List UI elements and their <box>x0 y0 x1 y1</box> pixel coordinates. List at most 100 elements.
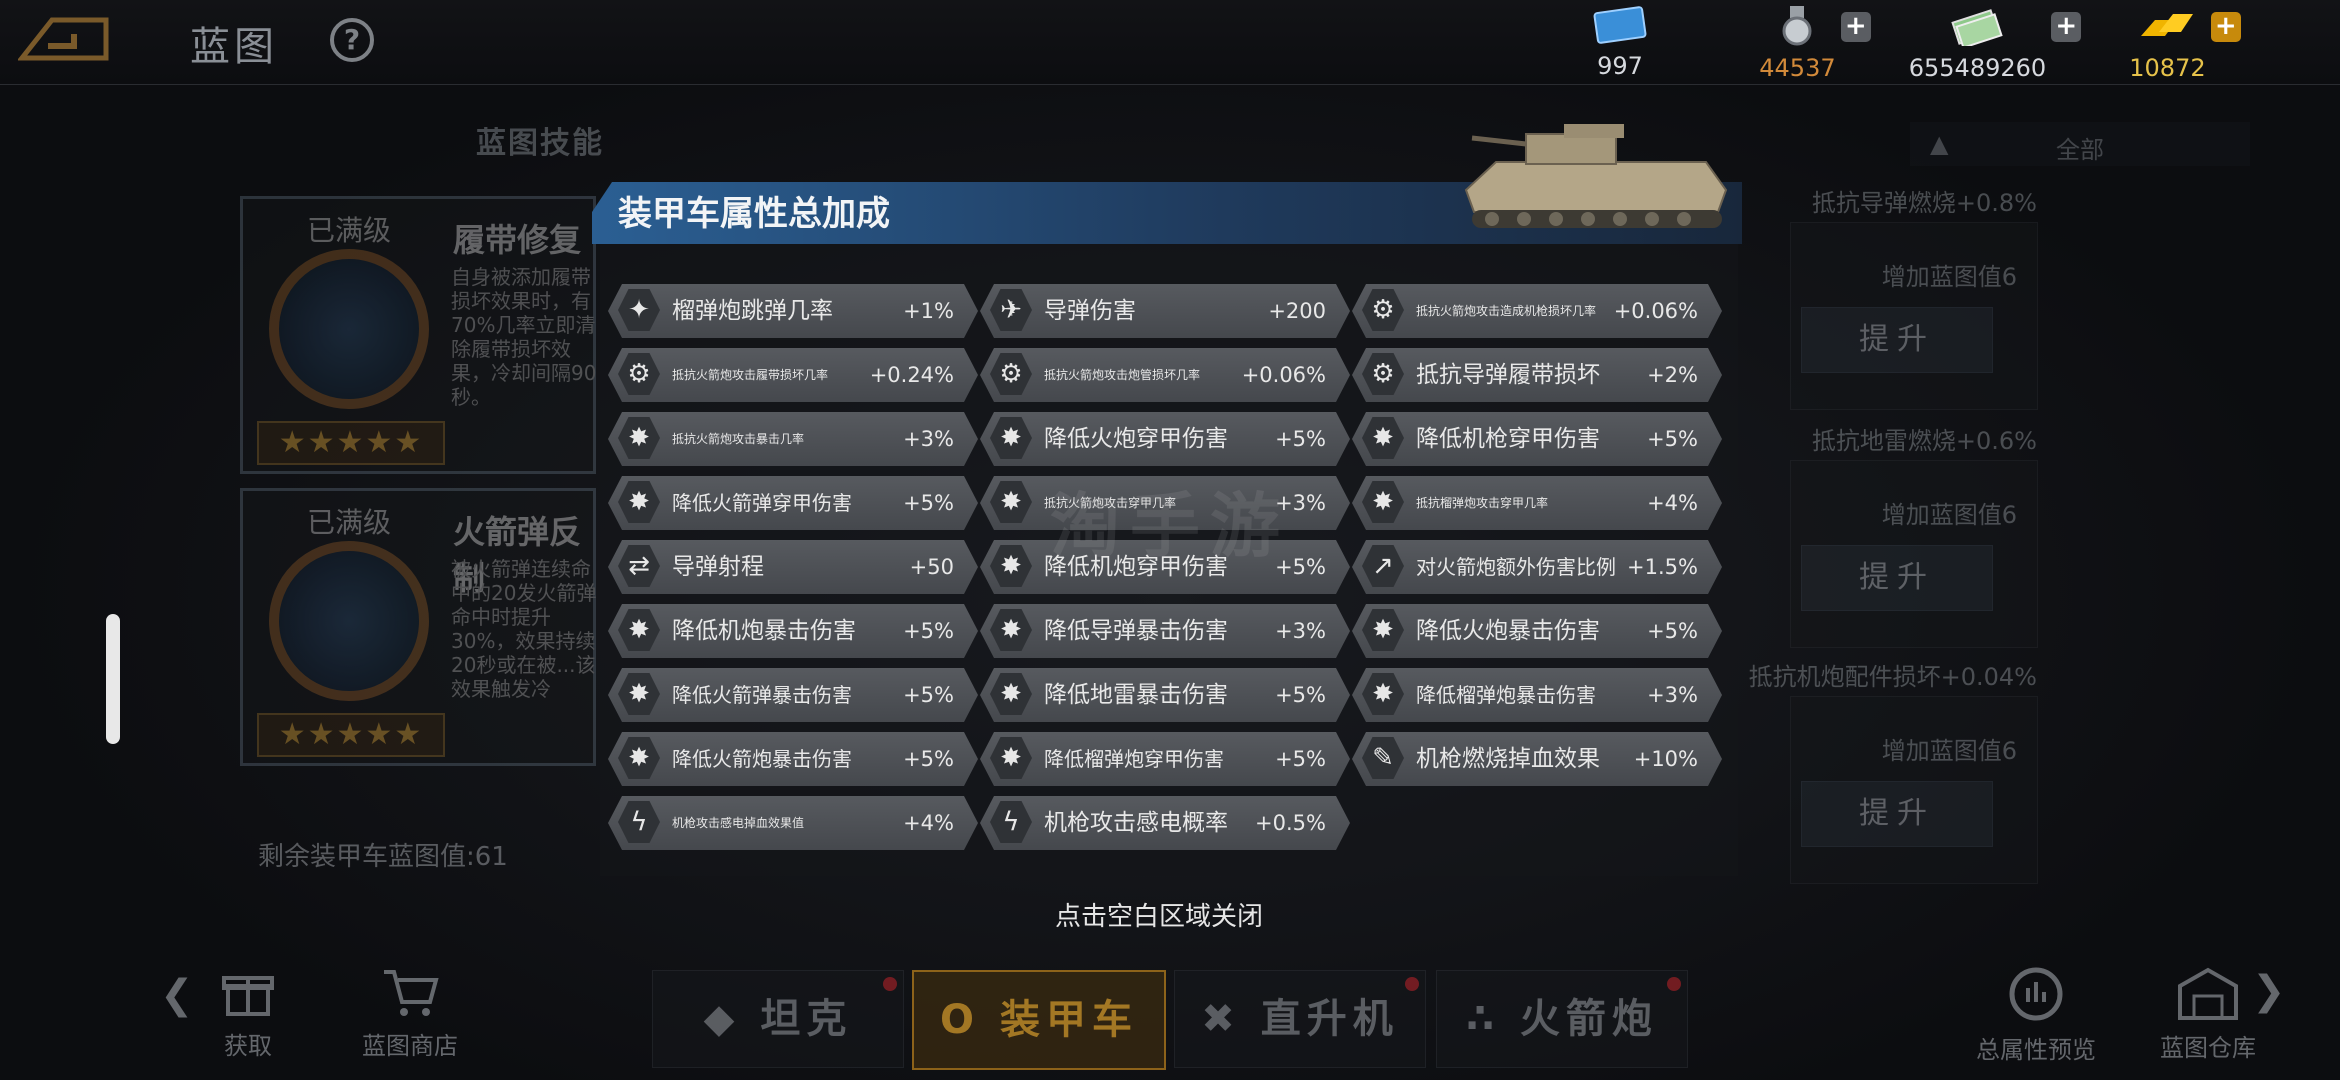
watermark: 淘手游 <box>1050 485 1290 567</box>
attribute-row: ϟ 机枪攻击感电概率 +0.5% <box>980 796 1350 850</box>
upgrade-button[interactable]: 提升 <box>1801 781 1993 847</box>
attribute-label: 抵抗火箭炮攻击履带损坏几率 <box>672 368 829 382</box>
skill-card-1[interactable]: 已满级 ★★★★★ 履带修复 自身被添加履带损坏效果时，有70%几率立即清除履带… <box>240 196 596 474</box>
acquire-button[interactable]: 获取 <box>208 964 288 1061</box>
cash-icon <box>1951 9 2004 49</box>
attribute-row: ✸ 抵抗榴弹炮攻击穿甲几率 +4% <box>1352 476 1722 530</box>
upgrade-title: 抵抗地雷燃烧+0.6% <box>1811 427 2037 455</box>
nav-right-arrow[interactable]: ❯ <box>2252 968 2286 1014</box>
total-attribute-preview-button[interactable]: 总属性预览 <box>1966 964 2106 1065</box>
attribute-icon: ✸ <box>1362 417 1404 459</box>
attribute-row: ⇄ 导弹射程 +50 <box>608 540 978 594</box>
attribute-value: +5% <box>903 683 954 707</box>
attribute-label: 降低火箭炮暴击伤害 <box>672 747 852 771</box>
attribute-label: 机枪攻击感电掉血效果值 <box>672 816 805 830</box>
add-cash-button[interactable]: + <box>2051 12 2082 42</box>
back-icon[interactable] <box>18 12 110 64</box>
attribute-value: +4% <box>1647 491 1698 515</box>
medal-icon <box>1782 6 1812 46</box>
gold-bar-icon <box>2141 14 2194 36</box>
attribute-value: +4% <box>903 811 954 835</box>
upgrade-button[interactable]: 提升 <box>1801 545 1993 611</box>
attribute-label: 机枪燃烧掉血效果 <box>1416 746 1600 772</box>
skill-level: 已满级 <box>307 214 392 247</box>
notification-dot <box>883 977 897 991</box>
attribute-icon: ✦ <box>618 289 660 331</box>
attribute-value: +3% <box>1275 619 1326 643</box>
attribute-row: ✸ 降低火炮暴击伤害 +5% <box>1352 604 1722 658</box>
track-repair-icon <box>269 249 429 409</box>
nav-left-arrow[interactable]: ❮ <box>160 972 194 1018</box>
attribute-icon: ⚙ <box>1362 353 1404 395</box>
attribute-value: +10% <box>1633 747 1698 771</box>
attribute-value: +5% <box>1275 747 1326 771</box>
upgrade-title: 抵抗导弹燃烧+0.8% <box>1811 189 2037 217</box>
attribute-row: ⚙ 抵抗火箭炮攻击履带损坏几率 +0.24% <box>608 348 978 402</box>
diamond-icon: ◆ <box>703 996 741 1042</box>
add-medal-button[interactable]: + <box>1840 12 1871 42</box>
attribute-value: +2% <box>1647 363 1698 387</box>
attribute-value: +50 <box>909 555 954 579</box>
top-bar: 蓝图 ? 997 44537 + 655489260 + 10872 + <box>0 0 2340 85</box>
attribute-icon: ✸ <box>990 673 1032 715</box>
shop-label: 蓝图商店 <box>362 1032 458 1060</box>
attribute-label: 降低火炮穿甲伤害 <box>1044 426 1228 452</box>
attribute-value: +0.06% <box>1241 363 1326 387</box>
attribute-value: +0.5% <box>1255 811 1326 835</box>
armored-vehicle-icon <box>1464 124 1728 228</box>
attribute-value: +5% <box>1647 427 1698 451</box>
upgrade-cost: 增加蓝图值6 <box>1881 263 2017 291</box>
attribute-value: +1.5% <box>1627 555 1698 579</box>
attribute-label: 降低机炮暴击伤害 <box>672 618 856 644</box>
attribute-label: 降低火箭弹穿甲伤害 <box>672 491 852 515</box>
rocket-counter-icon <box>269 541 429 701</box>
tab-tank[interactable]: ◆ 坦克 <box>652 970 904 1068</box>
attribute-icon: ✸ <box>618 673 660 715</box>
medal-count: 44537 <box>1759 54 1836 82</box>
help-icon[interactable]: ? <box>330 18 374 62</box>
close-hint[interactable]: 点击空白区域关闭 <box>1055 896 1263 933</box>
shopping-cart-icon <box>384 970 439 1016</box>
attribute-icon: ✸ <box>990 417 1032 459</box>
filter-dropdown[interactable]: ▲ 全部 <box>1910 122 2250 166</box>
blueprint-count: 997 <box>1597 52 1643 80</box>
attribute-value: +200 <box>1268 299 1326 323</box>
notification-dot <box>1667 977 1681 991</box>
attribute-row: ✸ 降低榴弹炮穿甲伤害 +5% <box>980 732 1350 786</box>
attribute-row: ✸ 降低火箭弹穿甲伤害 +5% <box>608 476 978 530</box>
attribute-value: +5% <box>903 491 954 515</box>
attribute-label: 降低榴弹炮穿甲伤害 <box>1044 747 1224 771</box>
attribute-value: +5% <box>1275 683 1326 707</box>
attribute-icon: ⚙ <box>618 353 660 395</box>
attribute-label: 降低榴弹炮暴击伤害 <box>1416 683 1596 707</box>
attribute-label: 导弹伤害 <box>1044 298 1136 324</box>
shop-button[interactable]: 蓝图商店 <box>350 964 470 1061</box>
scroll-handle[interactable] <box>106 614 120 744</box>
attribute-icon: ✸ <box>618 609 660 651</box>
attribute-icon: ✸ <box>990 481 1032 523</box>
attribute-value: +5% <box>1647 619 1698 643</box>
add-gold-button[interactable]: + <box>2210 12 2241 42</box>
blueprint-storage-button[interactable]: 蓝图仓库 <box>2148 964 2268 1063</box>
attribute-icon: ϟ <box>990 801 1032 843</box>
gauge-icon <box>2009 967 2063 1021</box>
tab-armored-vehicle[interactable]: O 装甲车 <box>912 970 1166 1070</box>
ring-icon: O <box>940 997 981 1043</box>
upgrade-cost: 增加蓝图值6 <box>1881 501 2017 529</box>
upgrade-card-1: 抵抗导弹燃烧+0.8% 增加蓝图值6 提升 <box>1790 189 2038 410</box>
attribute-label: 机枪攻击感电概率 <box>1044 810 1228 836</box>
cross-icon: ✖ <box>1201 996 1241 1042</box>
resource-gold: 10872 + <box>2120 6 2250 82</box>
skill-card-2[interactable]: 已满级 ★★★★★ 火箭弹反制 被火箭弹连续命中的20发火箭弹命中时提升30%，… <box>240 488 596 766</box>
tab-rocket-artillery[interactable]: ∴ 火箭炮 <box>1436 970 1688 1068</box>
tab-label: 装甲车 <box>999 997 1138 1043</box>
skill-stars: ★★★★★ <box>257 421 445 465</box>
attribute-row: ✸ 降低机炮暴击伤害 +5% <box>608 604 978 658</box>
attribute-icon: ⚙ <box>1362 289 1404 331</box>
chevron-up-icon: ▲ <box>1930 130 1949 158</box>
attribute-value: +0.24% <box>869 363 954 387</box>
attribute-row: ✸ 降低地雷暴击伤害 +5% <box>980 668 1350 722</box>
modal-title: 装甲车属性总加成 <box>618 194 890 234</box>
tab-helicopter[interactable]: ✖ 直升机 <box>1174 970 1426 1068</box>
upgrade-button[interactable]: 提升 <box>1801 307 1993 373</box>
